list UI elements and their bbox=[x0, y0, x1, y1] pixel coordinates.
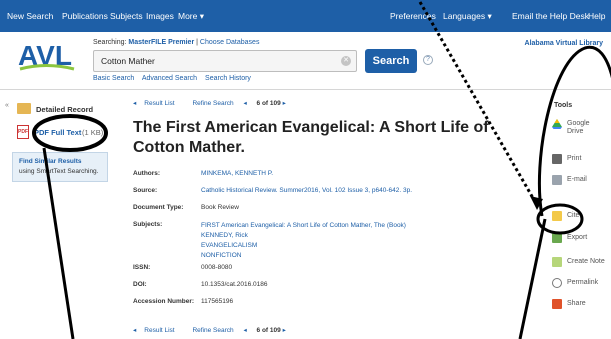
result-list-link[interactable]: ◂ Result List bbox=[133, 100, 183, 107]
doi-value: 10.1353/cat.2016.0186 bbox=[201, 281, 268, 288]
search-box: ✕ bbox=[93, 50, 357, 72]
issn-label: ISSN: bbox=[133, 264, 151, 271]
tool-label: Share bbox=[567, 300, 586, 307]
search-button[interactable]: Search bbox=[365, 49, 417, 73]
nav-publications[interactable]: Publications bbox=[62, 0, 108, 32]
collapse-sidebar-icon[interactable]: « bbox=[5, 102, 9, 109]
refine-search-link[interactable]: Refine Search bbox=[192, 100, 233, 107]
database-name[interactable]: MasterFILE Premier bbox=[128, 39, 194, 46]
link-icon bbox=[552, 278, 562, 288]
export-icon bbox=[552, 233, 562, 243]
tool-label: Create Note bbox=[567, 258, 605, 265]
basic-search-link[interactable]: Basic Search bbox=[93, 75, 134, 82]
detailed-record-label: Detailed Record bbox=[36, 105, 94, 114]
nav-email-help-desk[interactable]: Email the Help Desk bbox=[512, 0, 589, 32]
record-position: ◂ 6 of 109 ▸ bbox=[243, 100, 293, 107]
subject-link[interactable]: NONFICTION bbox=[201, 251, 406, 261]
record-title: The First American Evangelical: A Short … bbox=[133, 119, 489, 156]
nav-images[interactable]: Images bbox=[146, 0, 174, 32]
nav-languages[interactable]: Languages ▾ bbox=[443, 0, 492, 32]
clear-search-icon[interactable]: ✕ bbox=[341, 56, 351, 66]
record-position-label: 6 of 109 bbox=[256, 100, 281, 107]
tools-panel: Tools Google Drive Print E-mail Cite Exp… bbox=[536, 90, 611, 339]
document-type-label: Document Type: bbox=[133, 204, 184, 211]
result-list-link[interactable]: ◂ Result List bbox=[133, 327, 183, 334]
searching-label: Searching: bbox=[93, 39, 127, 46]
search-header: AVL Searching: MasterFILE Premier | Choo… bbox=[0, 32, 611, 90]
tool-label: Export bbox=[567, 234, 588, 241]
prev-record-icon[interactable]: ◂ bbox=[243, 327, 246, 334]
email-icon bbox=[552, 175, 562, 185]
nav-more-label: More bbox=[178, 11, 198, 21]
subject-link[interactable]: EVANGELICALISM bbox=[201, 241, 406, 251]
subjects-values: FIRST American Evangelical: A Short Life… bbox=[201, 221, 406, 261]
pdf-icon: PDF bbox=[17, 125, 29, 139]
searching-line: Searching: MasterFILE Premier | Choose D… bbox=[93, 39, 259, 46]
printer-icon bbox=[552, 154, 562, 164]
document-type-value: Book Review bbox=[201, 204, 239, 211]
chevron-down-icon: ▾ bbox=[487, 11, 492, 21]
note-icon bbox=[552, 257, 562, 267]
nav-preferences[interactable]: Preferences bbox=[390, 0, 436, 32]
find-similar-subtitle: using SmartText Searching. bbox=[19, 168, 99, 175]
subject-link[interactable]: FIRST American Evangelical: A Short Life… bbox=[201, 221, 406, 231]
prev-record-icon[interactable]: ◂ bbox=[243, 100, 246, 107]
choose-databases-link[interactable]: Choose Databases bbox=[200, 39, 260, 46]
search-input[interactable] bbox=[94, 51, 334, 71]
avl-logo[interactable]: AVL bbox=[16, 38, 76, 72]
detailed-record-item[interactable]: Detailed Record bbox=[17, 101, 119, 119]
separator: | bbox=[196, 39, 198, 46]
share-icon bbox=[552, 299, 562, 309]
refine-search-link[interactable]: Refine Search bbox=[192, 327, 233, 334]
chevron-left-icon: ◂ bbox=[133, 100, 137, 107]
issn-value: 0008-8080 bbox=[201, 264, 233, 271]
advanced-search-link[interactable]: Advanced Search bbox=[142, 75, 197, 82]
find-similar-title: Find Similar Results bbox=[19, 158, 82, 165]
next-record-icon[interactable]: ▸ bbox=[283, 327, 286, 334]
result-list-label: Result List bbox=[144, 100, 175, 107]
nav-subjects[interactable]: Subjects bbox=[110, 0, 143, 32]
pdf-size: (1 KB) bbox=[82, 128, 104, 137]
next-record-icon[interactable]: ▸ bbox=[283, 100, 286, 107]
library-name[interactable]: Alabama Virtual Library bbox=[525, 40, 603, 47]
nav-more[interactable]: More ▾ bbox=[178, 0, 204, 32]
pdf-full-text-label: PDF Full Text bbox=[34, 128, 82, 137]
nav-help[interactable]: Help bbox=[588, 0, 605, 32]
pdf-full-text-link[interactable]: PDF PDF Full Text (1 KB) bbox=[17, 125, 119, 141]
folder-icon bbox=[17, 103, 31, 114]
top-navigation-bar: New Search Publications Subjects Images … bbox=[0, 0, 611, 32]
accession-number-label: Accession Number: bbox=[133, 298, 195, 305]
chevron-left-icon: ◂ bbox=[133, 327, 137, 334]
find-similar-box[interactable]: Find Similar Results using SmartText Sea… bbox=[12, 152, 108, 182]
record-position: ◂ 6 of 109 ▸ bbox=[243, 327, 293, 334]
chevron-down-icon: ▾ bbox=[199, 11, 205, 21]
cite-icon bbox=[552, 211, 562, 221]
tool-label: Cite bbox=[567, 212, 580, 219]
subject-link[interactable]: KENNEDY, Rick bbox=[201, 231, 406, 241]
tool-label: Google Drive bbox=[567, 120, 590, 135]
record-position-label: 6 of 109 bbox=[256, 327, 281, 334]
doi-label: DOI: bbox=[133, 281, 147, 288]
search-links: Basic Search Advanced Search Search Hist… bbox=[93, 75, 257, 82]
tools-title: Tools bbox=[554, 102, 573, 109]
nav-new-search[interactable]: New Search bbox=[7, 0, 53, 32]
tool-label: Permalink bbox=[567, 279, 599, 286]
result-list-label: Result List bbox=[144, 327, 175, 334]
result-navigation-top: ◂ Result List Refine Search ◂ 6 of 109 ▸ bbox=[133, 99, 302, 107]
tool-label: Print bbox=[567, 155, 582, 162]
accession-number-value: 117565196 bbox=[201, 298, 234, 305]
nav-languages-label: Languages bbox=[443, 11, 486, 21]
authors-label: Authors: bbox=[133, 170, 161, 177]
tool-label: E-mail bbox=[567, 176, 587, 183]
authors-value[interactable]: MINKEMA, KENNETH P. bbox=[201, 170, 273, 177]
source-label: Source: bbox=[133, 187, 158, 194]
help-icon[interactable]: ? bbox=[423, 55, 433, 65]
subjects-label: Subjects: bbox=[133, 221, 163, 228]
result-navigation-bottom: ◂ Result List Refine Search ◂ 6 of 109 ▸ bbox=[133, 326, 302, 334]
google-drive-icon bbox=[552, 119, 562, 129]
search-history-link[interactable]: Search History bbox=[205, 75, 251, 82]
source-value[interactable]: Catholic Historical Review. Summer2016, … bbox=[201, 187, 412, 194]
